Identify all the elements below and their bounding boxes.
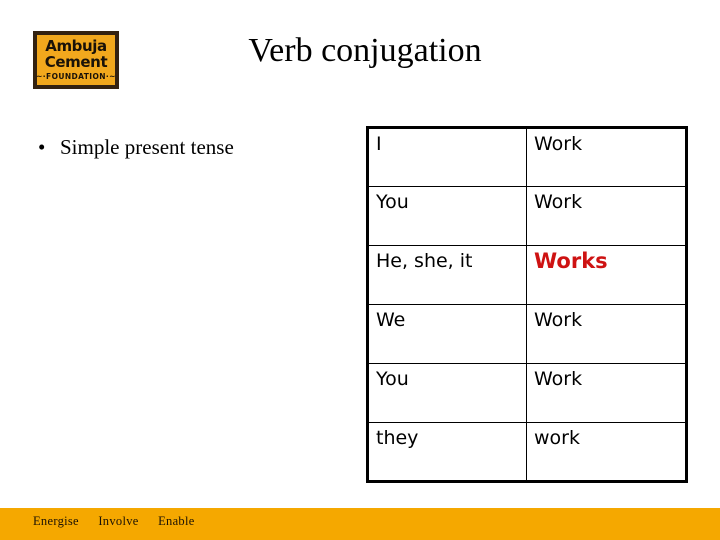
cell-verb: Work xyxy=(526,363,687,423)
table-row: they work xyxy=(367,422,687,482)
cell-subject: You xyxy=(367,363,527,423)
table-row: We Work xyxy=(367,304,687,364)
table-row: He, she, it Works xyxy=(367,245,687,305)
cell-verb-highlighted: Works xyxy=(526,245,687,305)
logo-line-ambuja: Ambuja xyxy=(45,37,107,56)
footer-item-involve: Involve xyxy=(98,514,139,528)
footer-item-enable: Enable xyxy=(158,514,195,528)
cell-subject: You xyxy=(367,186,527,246)
cell-verb: Work xyxy=(526,127,687,187)
footer-item-energise: Energise xyxy=(33,514,79,528)
footer-tagline: Energise Involve Enable xyxy=(33,514,195,529)
logo-line-cement: Cement xyxy=(44,53,108,72)
list-item: • Simple present tense xyxy=(38,134,338,160)
cell-verb: Work xyxy=(526,304,687,364)
footer-bar: Energise Involve Enable xyxy=(0,508,720,540)
cell-verb: Work xyxy=(526,186,687,246)
cell-verb: work xyxy=(526,422,687,482)
cell-subject: We xyxy=(367,304,527,364)
logo-line-foundation: ~·FOUNDATION·~ xyxy=(36,72,116,82)
cell-subject: He, she, it xyxy=(367,245,527,305)
table-row: You Work xyxy=(367,363,687,423)
verb-conjugation-table: I Work You Work He, she, it Works We Wor… xyxy=(366,126,688,483)
ambuja-cement-foundation-logo: Ambuja Cement ~·FOUNDATION·~ xyxy=(33,31,119,89)
page-title: Verb conjugation xyxy=(248,32,482,69)
table-body: I Work You Work He, she, it Works We Wor… xyxy=(367,127,687,482)
table-row: You Work xyxy=(367,186,687,246)
cell-subject: they xyxy=(367,422,527,482)
cell-subject: I xyxy=(367,127,527,187)
bullet-marker-icon: • xyxy=(38,135,46,159)
bullet-item-label: Simple present tense xyxy=(60,135,234,159)
table-row: I Work xyxy=(367,127,687,187)
